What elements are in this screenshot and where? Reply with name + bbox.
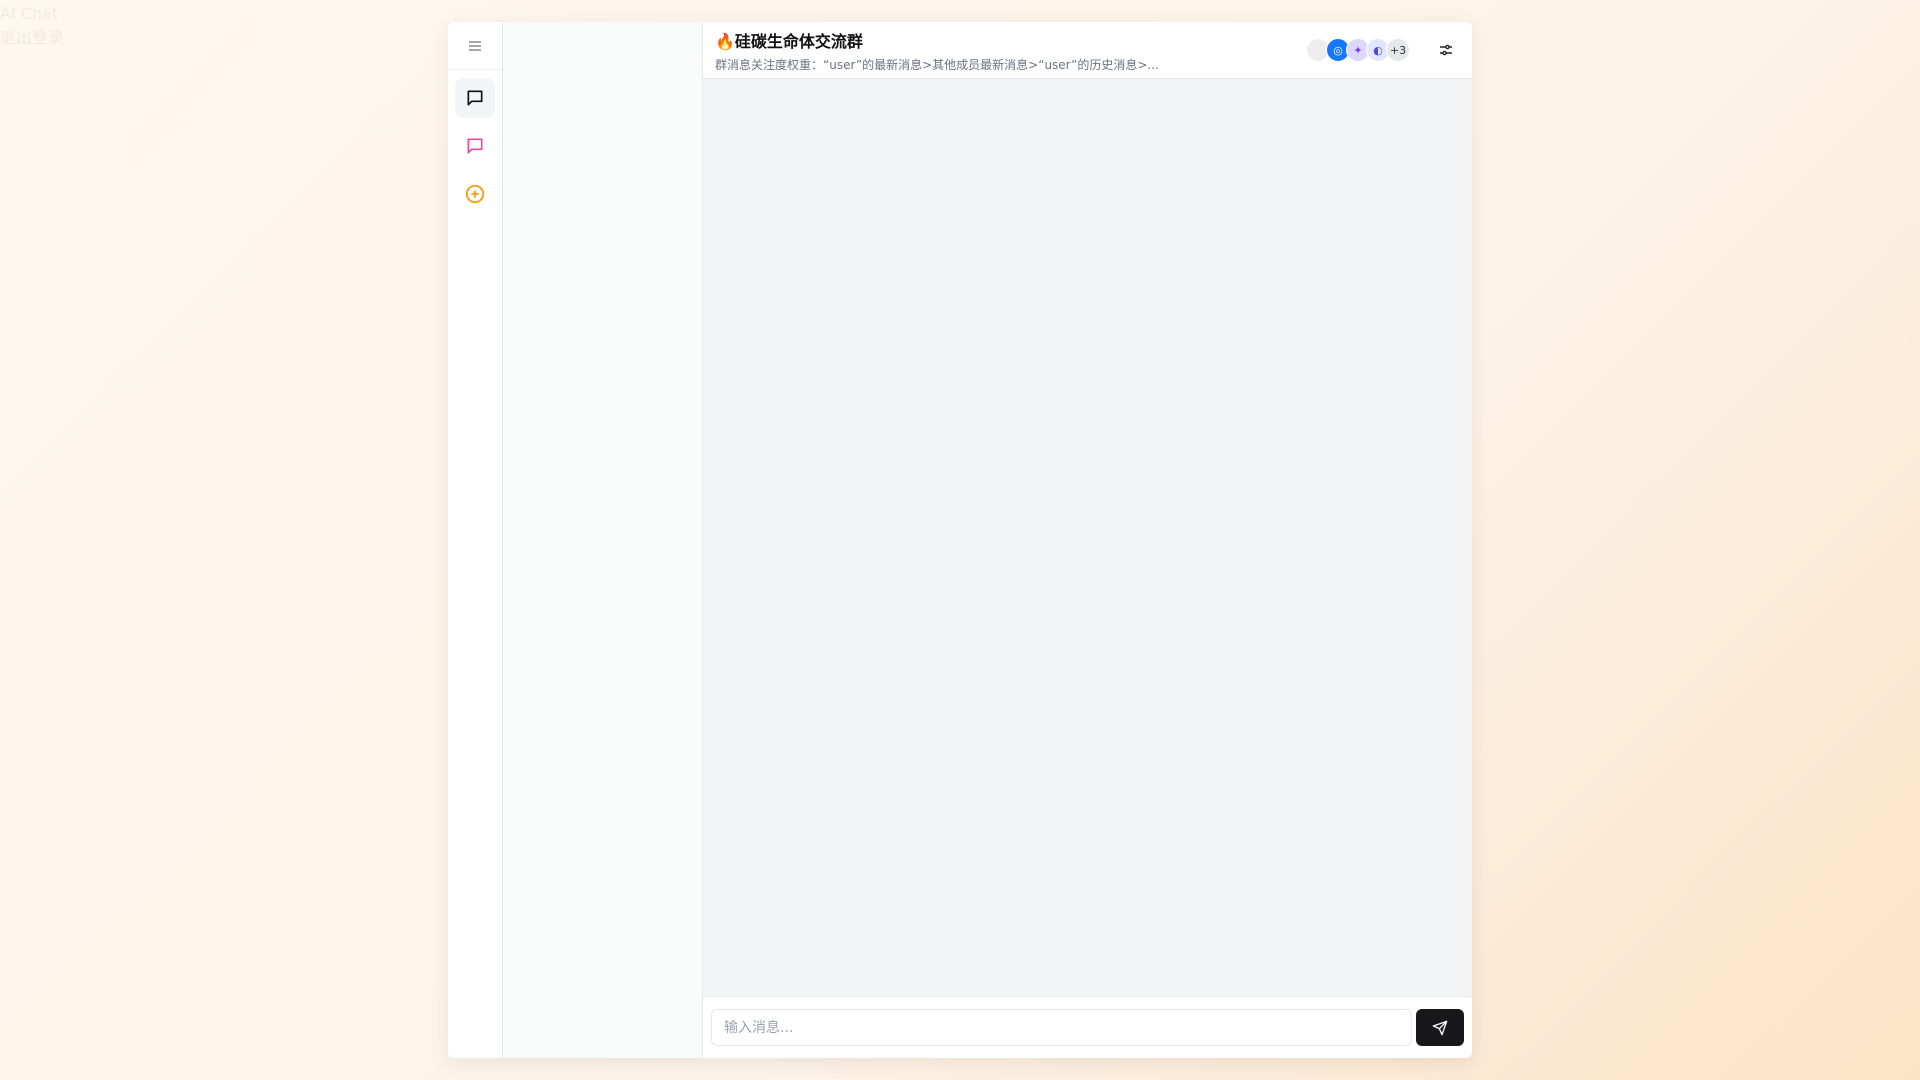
nav-group-chat[interactable] xyxy=(455,126,495,166)
group-subtitle: 群消息关注度权重：“user”的最新消息>其他成员最新消息>“user”的历史消… xyxy=(715,57,1159,72)
group-chat-icon xyxy=(467,138,483,154)
chat-header: 🔥硅碳生命体交流群 群消息关注度权重：“user”的最新消息>其他成员最新消息>… xyxy=(703,22,1472,79)
composer xyxy=(703,996,1472,1058)
fire-icon: 🔥 xyxy=(715,31,735,51)
menu-button[interactable] xyxy=(448,22,502,70)
more-members-badge: +3 xyxy=(1386,38,1410,62)
app-name: AI Chat xyxy=(0,4,59,23)
chat-icon xyxy=(467,90,483,106)
group-title: 硅碳生命体交流群 xyxy=(734,31,863,51)
send-button[interactable] xyxy=(1416,1009,1464,1046)
logout-link[interactable]: 退出登录 xyxy=(0,24,64,48)
send-icon xyxy=(1432,1020,1448,1035)
member-avatars[interactable]: ◎ ✦ ◐ +3 xyxy=(1306,38,1410,62)
message-area xyxy=(703,79,1472,996)
nav-add[interactable] xyxy=(455,174,495,214)
add-circle-icon xyxy=(465,184,485,204)
message-input[interactable] xyxy=(711,1009,1412,1046)
conversation-list xyxy=(503,22,703,1058)
nav-chat[interactable] xyxy=(455,78,495,118)
sliders-icon xyxy=(1440,44,1452,56)
chat-main: 🔥硅碳生命体交流群 群消息关注度权重：“user”的最新消息>其他成员最新消息>… xyxy=(703,22,1472,1058)
menu-icon xyxy=(469,40,481,51)
nav-rail xyxy=(448,22,503,1058)
chat-window: 🔥硅碳生命体交流群 群消息关注度权重：“user”的最新消息>其他成员最新消息>… xyxy=(448,22,1472,1058)
settings-button[interactable] xyxy=(1432,36,1460,64)
